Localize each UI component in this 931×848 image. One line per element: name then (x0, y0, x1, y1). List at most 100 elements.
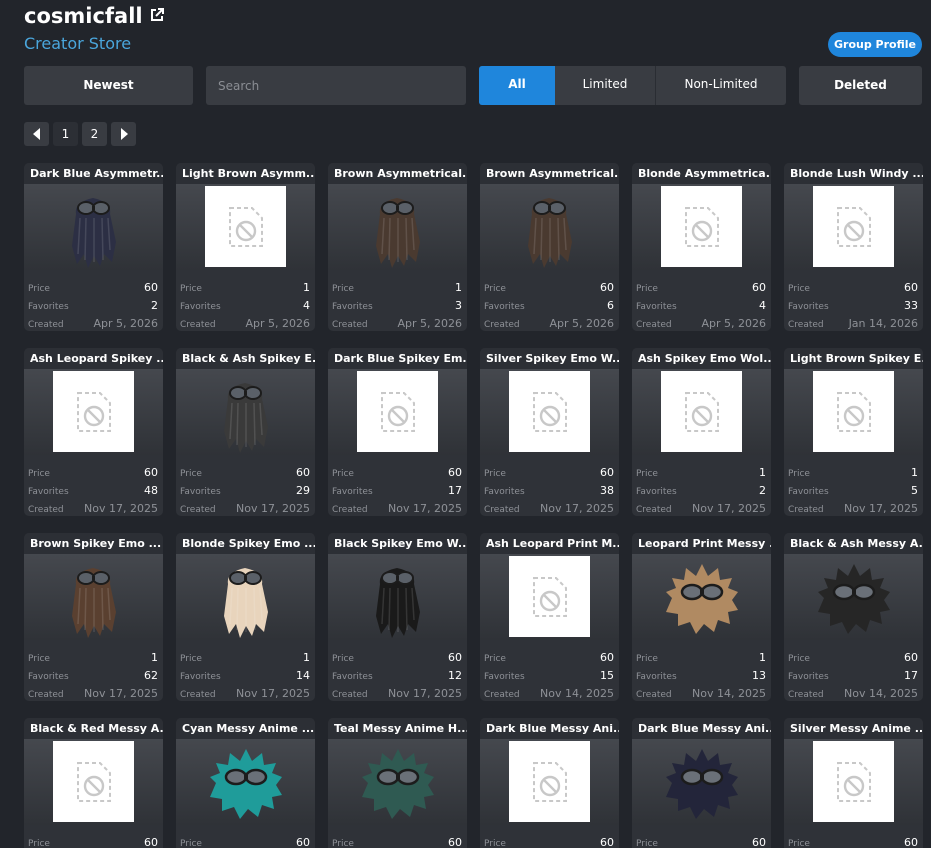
item-name[interactable]: Ash Leopard Print M... (480, 533, 619, 554)
item-card[interactable]: Ash Leopard Spikey ... Price 60 Favorites 48… (24, 348, 163, 516)
item-card[interactable]: Black & Red Messy A...Price60FavoritesCr… (24, 718, 163, 848)
item-name[interactable]: Light Brown Spikey E... (784, 348, 923, 369)
created-label: Created (484, 690, 520, 700)
item-card[interactable]: Dark Blue Asymmetr... Price 60 Favorites 2 Cr… (24, 163, 163, 331)
item-thumbnail[interactable] (480, 554, 619, 640)
item-name[interactable]: Silver Messy Anime ... (784, 718, 923, 739)
item-name[interactable]: Black & Red Messy A... (24, 718, 163, 739)
filter-all[interactable]: All (479, 66, 555, 105)
item-thumbnail[interactable] (176, 369, 315, 455)
item-name[interactable]: Blonde Spikey Emo ... (176, 533, 315, 554)
item-card[interactable]: Leopard Print Messy ... Price 1 Favorites 13… (632, 533, 771, 701)
search-input[interactable] (206, 66, 466, 105)
sort-dropdown[interactable]: Newest (24, 66, 193, 105)
created-value: Nov 17, 2025 (236, 502, 310, 515)
item-thumbnail[interactable] (632, 184, 771, 270)
item-name[interactable]: Cyan Messy Anime ... (176, 718, 315, 739)
item-name[interactable]: Blonde Asymmetrica... (632, 163, 771, 184)
item-thumbnail[interactable] (784, 739, 923, 825)
item-card[interactable]: Blonde Asymmetrica... Price 60 Favorites 4 Cr… (632, 163, 771, 331)
favorites-label: Favorites (28, 487, 69, 497)
item-card[interactable]: Blonde Spikey Emo ... Price 1 Favorites 14 Cr… (176, 533, 315, 701)
creator-name[interactable]: cosmicfall (24, 4, 143, 28)
item-name[interactable]: Brown Asymmetrical... (328, 163, 467, 184)
item-card[interactable]: Brown Asymmetrical... Price 60 Favorites 6 Cr… (480, 163, 619, 331)
item-name[interactable]: Dark Blue Asymmetr... (24, 163, 163, 184)
price-value: 60 (144, 836, 158, 848)
item-card[interactable]: Black & Ash Messy A... Price 60 Favorites 17… (784, 533, 923, 701)
item-card[interactable]: Light Brown Asymm... Price 1 Favorites 4 Crea… (176, 163, 315, 331)
item-card[interactable]: Silver Spikey Emo W... Price 60 Favorites 38… (480, 348, 619, 516)
next-page-button[interactable] (111, 122, 136, 146)
item-thumbnail[interactable] (328, 184, 467, 270)
item-name[interactable]: Dark Blue Messy Ani... (480, 718, 619, 739)
created-value: Nov 17, 2025 (84, 687, 158, 700)
item-card[interactable]: Light Brown Spikey E... Price 1 Favorites 5 C… (784, 348, 923, 516)
external-link-icon[interactable] (149, 7, 165, 23)
filter-limited[interactable]: Limited (555, 66, 656, 105)
group-profile-button[interactable]: Group Profile (828, 32, 922, 57)
item-thumbnail[interactable] (632, 369, 771, 455)
page-1-button[interactable]: 1 (53, 122, 78, 146)
favorites-label: Favorites (180, 672, 221, 682)
item-card[interactable]: Brown Spikey Emo ... Price 1 Favorites 62 Cre… (24, 533, 163, 701)
item-card[interactable]: Black Spikey Emo W... Price 60 Favorites 12 C… (328, 533, 467, 701)
item-thumbnail[interactable] (480, 184, 619, 270)
item-name[interactable]: Black & Ash Messy A... (784, 533, 923, 554)
item-thumbnail[interactable] (480, 369, 619, 455)
created-label: Created (332, 505, 368, 515)
price-label: Price (332, 284, 354, 294)
created-label: Created (180, 505, 216, 515)
item-thumbnail[interactable] (632, 554, 771, 640)
image-placeholder (509, 556, 590, 637)
deleted-button[interactable]: Deleted (799, 66, 922, 105)
item-thumbnail[interactable] (24, 184, 163, 270)
item-thumbnail[interactable] (784, 554, 923, 640)
page-2-button[interactable]: 2 (82, 122, 107, 146)
item-card[interactable]: Teal Messy Anime H...Price60FavoritesCre… (328, 718, 467, 848)
item-name[interactable]: Dark Blue Spikey Em... (328, 348, 467, 369)
prev-page-button[interactable] (24, 122, 49, 146)
item-thumbnail[interactable] (24, 369, 163, 455)
item-thumbnail[interactable] (328, 554, 467, 640)
item-card[interactable]: Dark Blue Messy Ani...Price60FavoritesCr… (480, 718, 619, 848)
item-thumbnail[interactable] (176, 554, 315, 640)
item-name[interactable]: Blonde Lush Windy ... (784, 163, 923, 184)
item-thumbnail[interactable] (328, 739, 467, 825)
item-name[interactable]: Teal Messy Anime H... (328, 718, 467, 739)
item-name[interactable]: Leopard Print Messy ... (632, 533, 771, 554)
item-card[interactable]: Cyan Messy Anime ...Price60FavoritesCrea… (176, 718, 315, 848)
price-label: Price (788, 284, 810, 294)
item-name[interactable]: Light Brown Asymm... (176, 163, 315, 184)
item-card[interactable]: Silver Messy Anime ...Price60FavoritesCr… (784, 718, 923, 848)
item-thumbnail[interactable] (24, 739, 163, 825)
item-thumbnail[interactable] (176, 739, 315, 825)
item-card[interactable]: Ash Spikey Emo Wol... Price 1 Favorites 2 Cre… (632, 348, 771, 516)
item-card[interactable]: Dark Blue Spikey Em... Price 60 Favorites 17… (328, 348, 467, 516)
broken-image-icon (837, 762, 871, 802)
item-name[interactable]: Black & Ash Spikey E... (176, 348, 315, 369)
item-card[interactable]: Brown Asymmetrical... Price 1 Favorites 3 Cre… (328, 163, 467, 331)
item-thumbnail[interactable] (784, 184, 923, 270)
item-thumbnail[interactable] (632, 739, 771, 825)
item-card[interactable]: Dark Blue Messy Ani...Price60FavoritesCr… (632, 718, 771, 848)
item-name[interactable]: Ash Spikey Emo Wol... (632, 348, 771, 369)
hair-thumbnail-image (376, 568, 420, 638)
stat-row-favorites: Favorites 3 (332, 294, 462, 312)
item-name[interactable]: Black Spikey Emo W... (328, 533, 467, 554)
item-card[interactable]: Ash Leopard Print M... Price 60 Favorites 15… (480, 533, 619, 701)
item-name[interactable]: Ash Leopard Spikey ... (24, 348, 163, 369)
item-name[interactable]: Brown Asymmetrical... (480, 163, 619, 184)
item-thumbnail[interactable] (784, 369, 923, 455)
item-card[interactable]: Blonde Lush Windy ... Price 60 Favorites 33 C… (784, 163, 923, 331)
item-thumbnail[interactable] (328, 369, 467, 455)
filter-non-limited[interactable]: Non-Limited (656, 66, 786, 105)
item-thumbnail[interactable] (24, 554, 163, 640)
created-value: Nov 14, 2025 (844, 687, 918, 700)
item-name[interactable]: Dark Blue Messy Ani... (632, 718, 771, 739)
item-thumbnail[interactable] (176, 184, 315, 270)
item-name[interactable]: Silver Spikey Emo W... (480, 348, 619, 369)
item-name[interactable]: Brown Spikey Emo ... (24, 533, 163, 554)
item-card[interactable]: Black & Ash Spikey E... Price 60 Favorites 2… (176, 348, 315, 516)
item-thumbnail[interactable] (480, 739, 619, 825)
